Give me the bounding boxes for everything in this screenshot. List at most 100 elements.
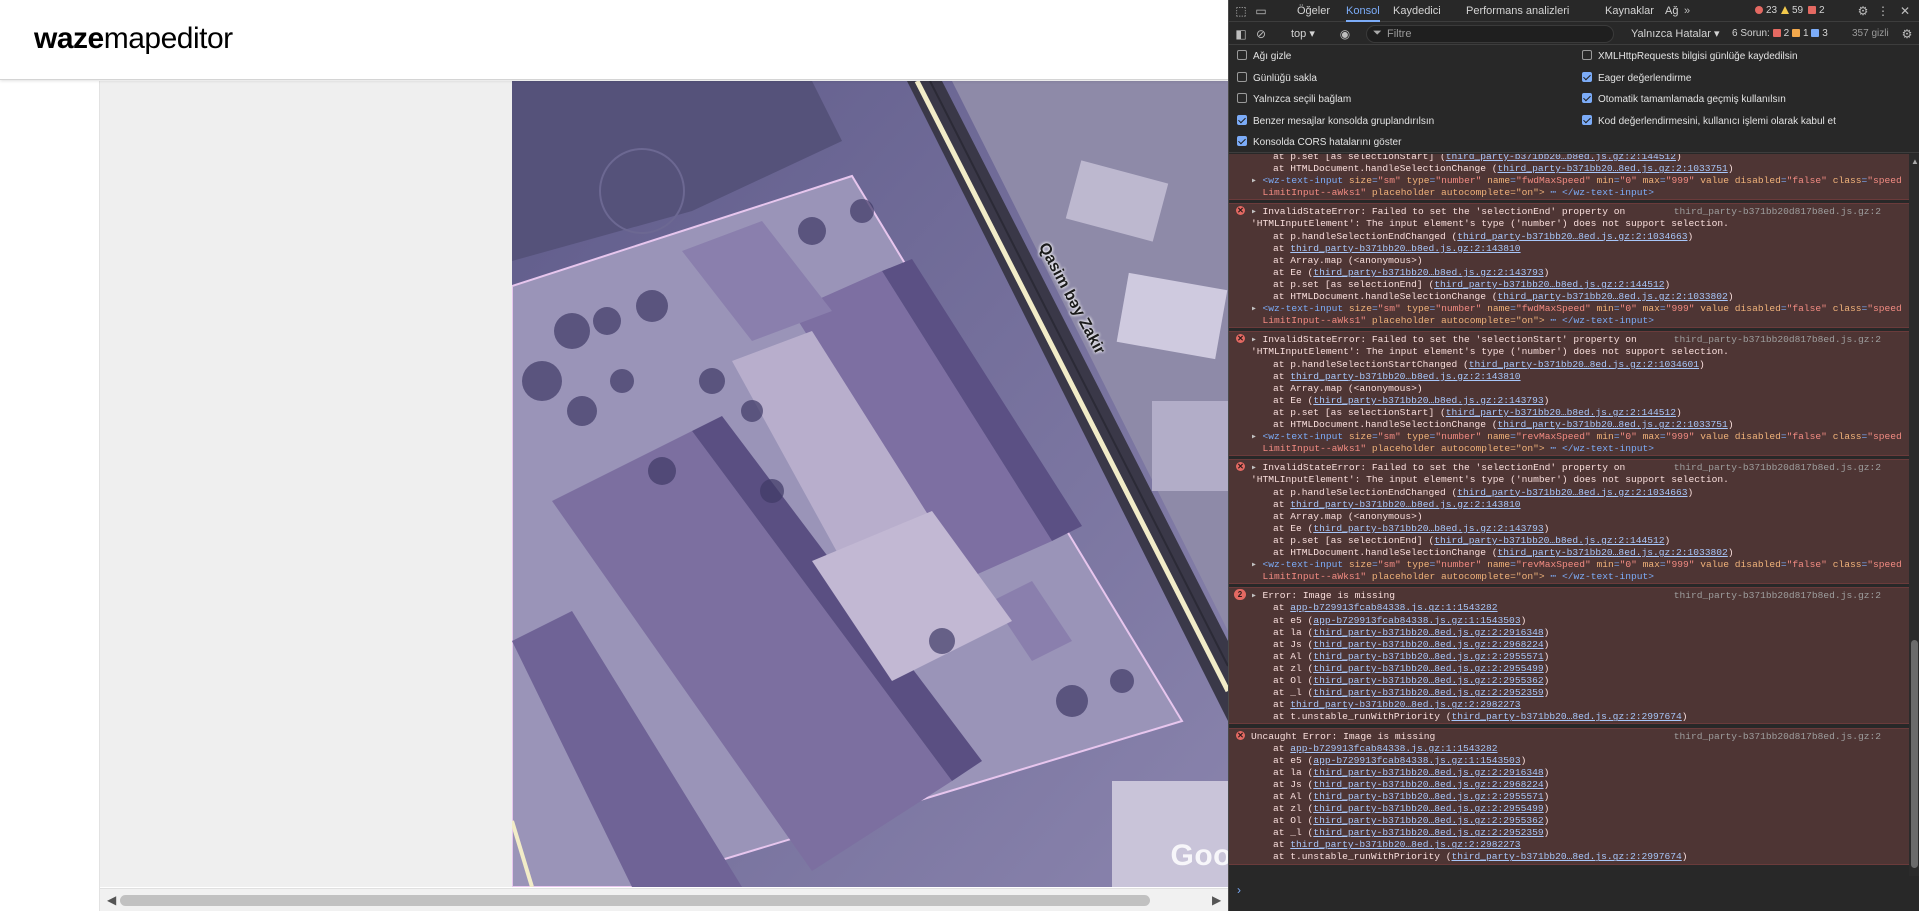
issue-count[interactable]: 2 [1808,0,1825,22]
setting-option[interactable]: Kod değerlendirmesini, kullanıcı işlemi … [1582,114,1836,129]
message-source-link[interactable]: third_party-b371bb20d817b8ed.js.gz:2 [1674,206,1881,218]
source-link[interactable]: app-b729913fcab84338.js.gz:1:1543503 [1313,755,1520,766]
source-link[interactable]: third_party-b371bb20…8ed.js.gz:2:1033802 [1498,291,1728,302]
source-link[interactable]: third_party-b371bb20…8ed.js.gz:2:2955499 [1313,663,1543,674]
setting-checkbox[interactable] [1582,93,1592,103]
setting-checkbox[interactable] [1237,114,1247,125]
settings-gear-icon[interactable]: ⚙ [1855,3,1871,19]
more-options-icon[interactable]: ⋮ [1875,3,1891,19]
setting-checkbox[interactable] [1237,71,1247,82]
source-link[interactable]: third_party-b371bb20…8ed.js.gz:2:2968224 [1313,779,1543,790]
source-link[interactable]: third_party-b371bb20…b8ed.js.gz:2:143810 [1290,499,1520,510]
inspect-element-icon[interactable]: ⬚ [1233,3,1249,19]
setting-checkbox[interactable] [1582,50,1592,60]
source-link[interactable]: third_party-b371bb20…8ed.js.gz:2:2955571 [1313,651,1543,662]
source-link[interactable]: third_party-b371bb20…b8ed.js.gz:2:144512 [1446,407,1676,418]
setting-option[interactable]: Günlüğü sakla [1237,71,1317,86]
source-link[interactable]: third_party-b371bb20…b8ed.js.gz:2:143793 [1313,523,1543,534]
setting-checkbox[interactable] [1237,136,1247,146]
source-link[interactable]: third_party-b371bb20…8ed.js.gz:2:1034601 [1469,359,1699,370]
console-error-message[interactable]: 2 ▸ Error: Image is missing at app-b729913… [1229,587,1909,725]
console-scroll-thumb[interactable] [1911,640,1918,868]
source-link[interactable]: app-b729913fcab84338.js.gz:1:1543503 [1313,615,1520,626]
horizontal-scrollbar[interactable]: ◀ ▶ [100,888,1228,911]
setting-option[interactable]: Ağı gizle [1237,50,1291,64]
source-link[interactable]: third_party-b371bb20…8ed.js.gz:2:1034663 [1457,487,1687,498]
device-toggle-icon[interactable]: ▭ [1253,3,1269,19]
setting-option[interactable]: Yalnızca seçili bağlam [1237,93,1351,107]
setting-option[interactable]: Benzer mesajlar konsolda gruplandırılsın [1237,114,1434,129]
horizontal-scroll-thumb[interactable] [120,895,1150,906]
filter-input[interactable] [1387,27,1607,41]
source-link[interactable]: app-b729913fcab84338.js.gz:1:1543282 [1290,743,1497,754]
scroll-right-arrow-icon[interactable]: ▶ [1212,893,1221,907]
source-link[interactable]: third_party-b371bb20…8ed.js.gz:2:2916348 [1313,627,1543,638]
source-link[interactable]: third_party-b371bb20…8ed.js.gz:2:2955362 [1313,815,1543,826]
source-link[interactable]: third_party-b371bb20…8ed.js.gz:2:1033751 [1498,419,1728,430]
console-error-message[interactable]: ✕ ▸ InvalidStateError: Failed to set the … [1229,203,1909,329]
tab-0[interactable]: Öğeler [1297,0,1330,22]
satellite-map[interactable]: Goo [512,81,1228,887]
console-error-message[interactable]: at p.set [as selectionStart] (third_part… [1229,154,1909,201]
source-link[interactable]: third_party-b371bb20…b8ed.js.gz:2:143810 [1290,371,1520,382]
issues-summary[interactable]: 6 Sorun: 2 1 3 [1732,26,1828,42]
source-link[interactable]: third_party-b371bb20…8ed.js.gz:2:2952359 [1313,827,1543,838]
source-link[interactable]: third_party-b371bb20…8ed.js.gz:2:2968224 [1313,639,1543,650]
message-source-link[interactable]: third_party-b371bb20d817b8ed.js.gz:2 [1674,731,1881,743]
waze-logo[interactable]: wazemapeditor [34,22,233,56]
source-link[interactable]: third_party-b371bb20…8ed.js.gz:2:1033751 [1498,163,1728,174]
console-error-message[interactable]: ✕ ▸ InvalidStateError: Failed to set the … [1229,459,1909,585]
setting-option[interactable]: XMLHttpRequests bilgisi günlüğe kaydedil… [1582,50,1798,64]
setting-option[interactable]: Eager değerlendirme [1582,71,1691,86]
source-link[interactable]: third_party-b371bb20…8ed.js.gz:2:1034663 [1457,231,1687,242]
source-link[interactable]: third_party-b371bb20…b8ed.js.gz:2:144512 [1434,279,1664,290]
source-link[interactable]: third_party-b371bb20…8ed.js.gz:2:2982273 [1290,699,1520,710]
source-link[interactable]: third_party-b371bb20…8ed.js.gz:2:2955499 [1313,803,1543,814]
error-count[interactable]: 23 [1755,0,1777,22]
setting-checkbox[interactable] [1582,71,1592,82]
more-tabs-icon[interactable]: » [1684,0,1690,22]
message-source-link[interactable]: third_party-b371bb20d817b8ed.js.gz:2 [1674,590,1881,602]
console-vertical-scrollbar[interactable]: ▲ [1909,154,1919,876]
message-source-link[interactable]: third_party-b371bb20d817b8ed.js.gz:2 [1674,334,1881,346]
source-link[interactable]: third_party-b371bb20…b8ed.js.gz:2:143793 [1313,395,1543,406]
live-expression-eye-icon[interactable]: ◉ [1337,26,1353,42]
console-error-message[interactable]: ✕ ▸ InvalidStateError: Failed to set the … [1229,331,1909,457]
source-link[interactable]: third_party-b371bb20…8ed.js.gz:2:2955571 [1313,791,1543,802]
tab-2[interactable]: Kaydedici [1393,0,1441,22]
source-link[interactable]: third_party-b371bb20…b8ed.js.gz:2:144512 [1446,154,1676,162]
context-select[interactable]: top ▾ [1291,26,1315,42]
source-link[interactable]: third_party-b371bb20…8ed.js.gz:2:2916348 [1313,767,1543,778]
console-error-message[interactable]: ✕ Uncaught Error: Image is missing at app-… [1229,727,1909,865]
setting-checkbox[interactable] [1237,93,1247,103]
source-link[interactable]: third_party-b371bb20…8ed.js.gz:2:2997674 [1451,711,1681,722]
setting-checkbox[interactable] [1582,114,1592,125]
log-level-select[interactable]: Yalnızca Hatalar ▾ [1631,26,1719,42]
console-prompt[interactable]: › [1229,877,1919,911]
source-link[interactable]: third_party-b371bb20…8ed.js.gz:2:1033802 [1498,547,1728,558]
source-link[interactable]: third_party-b371bb20…8ed.js.gz:2:2997674 [1451,851,1681,862]
clear-console-icon[interactable]: ⊘ [1253,26,1269,42]
filter-box[interactable]: ⏷ [1366,25,1614,43]
scroll-up-arrow-icon[interactable]: ▲ [1911,157,1919,166]
tab-4[interactable]: Kaynaklar [1605,0,1654,22]
setting-option[interactable]: Otomatik tamamlamada geçmiş kullanılsın [1582,93,1786,107]
tab-5[interactable]: Ağ [1665,0,1678,22]
source-link[interactable]: third_party-b371bb20…b8ed.js.gz:2:144512 [1434,535,1664,546]
source-link[interactable]: third_party-b371bb20…8ed.js.gz:2:2982273 [1290,839,1520,850]
sidebar-toggle-icon[interactable]: ◧ [1233,26,1249,42]
tab-3[interactable]: Performans analizleri [1466,0,1569,22]
source-link[interactable]: app-b729913fcab84338.js.gz:1:1543282 [1290,602,1497,613]
console-settings-gear-icon[interactable]: ⚙ [1899,26,1915,42]
warning-count[interactable]: 59 [1781,0,1803,22]
scroll-left-arrow-icon[interactable]: ◀ [107,893,116,907]
setting-option[interactable]: Konsolda CORS hatalarını göster [1237,136,1401,150]
source-link[interactable]: third_party-b371bb20…b8ed.js.gz:2:143793 [1313,267,1543,278]
source-link[interactable]: third_party-b371bb20…8ed.js.gz:2:2952359 [1313,687,1543,698]
setting-checkbox[interactable] [1237,50,1247,60]
close-devtools-icon[interactable]: ✕ [1897,3,1913,19]
tab-1[interactable]: Konsol [1346,0,1380,22]
source-link[interactable]: third_party-b371bb20…8ed.js.gz:2:2955362 [1313,675,1543,686]
message-source-link[interactable]: third_party-b371bb20d817b8ed.js.gz:2 [1674,462,1881,474]
source-link[interactable]: third_party-b371bb20…b8ed.js.gz:2:143810 [1290,243,1520,254]
